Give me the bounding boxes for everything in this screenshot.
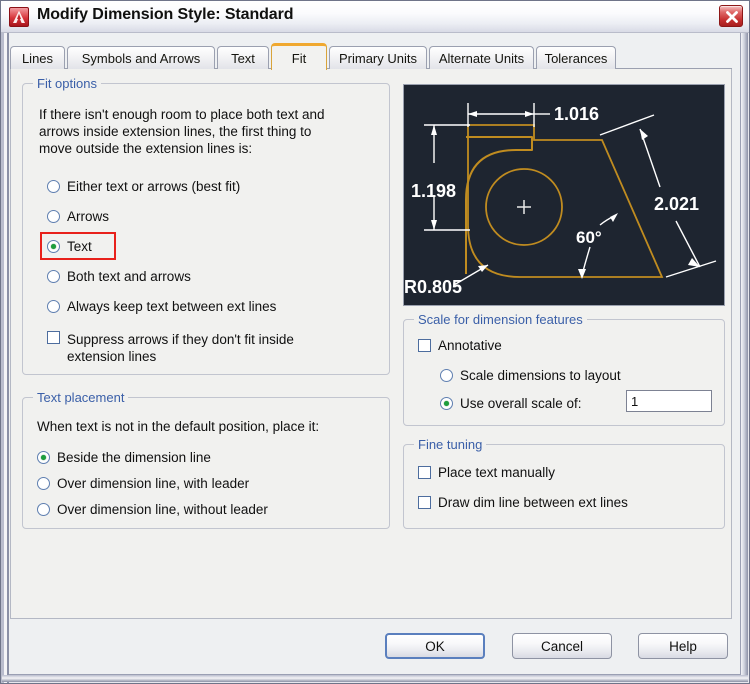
screenshot-root: Modify Dimension Style: Standard Lines S… (0, 0, 750, 684)
checkbox-label: Annotative (438, 338, 502, 353)
checkbox-annotative[interactable]: Annotative (418, 338, 502, 353)
checkbox-indicator (418, 466, 431, 479)
radio-label: Beside the dimension line (57, 450, 211, 465)
title-bar: Modify Dimension Style: Standard (1, 1, 749, 33)
radio-indicator (47, 180, 60, 193)
radio-arrows[interactable]: Arrows (47, 209, 109, 224)
radio-scale-dimensions-to-layout[interactable]: Scale dimensions to layout (440, 368, 621, 383)
radio-label: Both text and arrows (67, 269, 191, 284)
radio-beside-the-dimension-line[interactable]: Beside the dimension line (37, 450, 211, 465)
tab-alternate-units[interactable]: Alternate Units (429, 46, 534, 69)
tab-symbols-arrows[interactable]: Symbols and Arrows (67, 46, 215, 69)
tab-label: Primary Units (338, 50, 417, 66)
radio-indicator (37, 503, 50, 516)
radio-label: Over dimension line, without leader (57, 502, 268, 517)
dialog-title: Modify Dimension Style: Standard (37, 6, 294, 23)
text-option-highlight-box (40, 232, 116, 260)
radio-use-overall-scale-of[interactable]: Use overall scale of: (440, 396, 582, 411)
window-right-frame (741, 2, 748, 682)
checkbox-suppress-arrows[interactable]: Suppress arrows if they don't fit inside… (47, 331, 294, 365)
text-placement-group: Text placement When text is not in the d… (22, 390, 390, 529)
radio-both-text-and-arrows[interactable]: Both text and arrows (47, 269, 191, 284)
fine-tuning-legend: Fine tuning (414, 437, 487, 452)
radio-label: Use overall scale of: (460, 396, 582, 411)
tab-tolerances[interactable]: Tolerances (536, 46, 616, 69)
checkbox-indicator (47, 331, 60, 344)
tab-label: Lines (21, 50, 54, 66)
ok-button-label: OK (425, 638, 445, 654)
radio-indicator (47, 210, 60, 223)
checkbox-label: Draw dim line between ext lines (438, 495, 628, 510)
tab-panel-fit: Fit options If there isn't enough room t… (10, 69, 750, 619)
preview-dim-diagonal-right: 2.021 (654, 194, 699, 214)
checkbox-label-line1: Suppress arrows if they don't fit inside (67, 332, 294, 347)
tab-fit[interactable]: Fit (271, 43, 327, 70)
radio-always-keep-text-between-ext-lines[interactable]: Always keep text between ext lines (47, 299, 276, 314)
radio-label: Arrows (67, 209, 110, 224)
radio-indicator (440, 369, 453, 382)
preview-dim-radius: R0.805 (404, 277, 462, 297)
radio-label: Over dimension line, with leader (57, 476, 250, 491)
help-button[interactable]: Help (638, 633, 728, 659)
text-placement-legend: Text placement (33, 390, 129, 405)
checkbox-label-line2: extension lines (67, 349, 157, 364)
dimension-style-preview: 1.016 1.198 R0.805 60° 2.021 (403, 84, 725, 306)
overall-scale-input[interactable] (627, 391, 750, 411)
cancel-button[interactable]: Cancel (512, 633, 612, 659)
radio-indicator-selected (440, 397, 453, 410)
radio-indicator (47, 270, 60, 283)
checkbox-indicator (418, 339, 431, 352)
radio-indicator (37, 477, 50, 490)
close-icon[interactable] (719, 5, 743, 27)
tab-label: Symbols and Arrows (81, 50, 201, 66)
fit-options-description-line3: move outside the extension lines is: (39, 141, 253, 156)
checkbox-label: Suppress arrows if they don't fit inside… (67, 331, 294, 365)
fit-options-group: Fit options If there isn't enough room t… (22, 76, 390, 375)
checkbox-draw-dim-line-between-ext-lines[interactable]: Draw dim line between ext lines (418, 495, 628, 510)
radio-label: Scale dimensions to layout (460, 368, 621, 383)
fine-tuning-group: Fine tuning Place text manually Draw dim… (403, 437, 725, 529)
checkbox-label: Place text manually (438, 465, 556, 480)
tab-label: Text (231, 50, 255, 66)
preview-dim-vertical-left: 1.198 (411, 181, 456, 201)
fit-options-legend: Fit options (33, 76, 101, 91)
cancel-button-label: Cancel (540, 638, 584, 654)
tab-lines[interactable]: Lines (10, 46, 65, 69)
fit-options-description-line2: arrows inside extension lines, the first… (39, 124, 312, 139)
tab-label: Fit (291, 50, 307, 66)
radio-either-text-or-arrows[interactable]: Either text or arrows (best fit) (47, 179, 240, 194)
radio-label: Always keep text between ext lines (67, 299, 277, 314)
overall-scale-stepper[interactable] (626, 390, 750, 412)
help-button-label: Help (669, 638, 697, 654)
tab-bar: Lines Symbols and Arrows Text Fit Primar… (10, 43, 732, 70)
checkbox-indicator (418, 496, 431, 509)
fit-options-description-line1: If there isn't enough room to place both… (39, 107, 325, 122)
tab-label: Tolerances (544, 50, 608, 66)
tab-label: Alternate Units (438, 50, 525, 66)
radio-indicator-selected (37, 451, 50, 464)
checkbox-place-text-manually[interactable]: Place text manually (418, 465, 555, 480)
ok-button[interactable]: OK (385, 633, 485, 659)
scale-for-dimension-features-group: Scale for dimension features Annotative … (403, 312, 750, 426)
radio-indicator (47, 300, 60, 313)
radio-over-dimension-line-with-leader[interactable]: Over dimension line, with leader (37, 476, 249, 491)
text-placement-description: When text is not in the default position… (37, 419, 320, 434)
scale-features-legend: Scale for dimension features (414, 312, 587, 327)
window-bottom-frame (2, 675, 748, 682)
tab-primary-units[interactable]: Primary Units (329, 46, 427, 69)
autocad-logo-icon (9, 7, 29, 27)
fit-options-description: If there isn't enough room to place both… (39, 106, 369, 157)
preview-dim-horizontal-top: 1.016 (554, 104, 599, 124)
modify-dimension-style-dialog: Modify Dimension Style: Standard Lines S… (0, 0, 750, 684)
tab-text[interactable]: Text (217, 46, 269, 69)
preview-dim-angle: 60° (576, 228, 602, 247)
radio-label: Either text or arrows (best fit) (67, 179, 241, 194)
radio-over-dimension-line-without-leader[interactable]: Over dimension line, without leader (37, 502, 268, 517)
